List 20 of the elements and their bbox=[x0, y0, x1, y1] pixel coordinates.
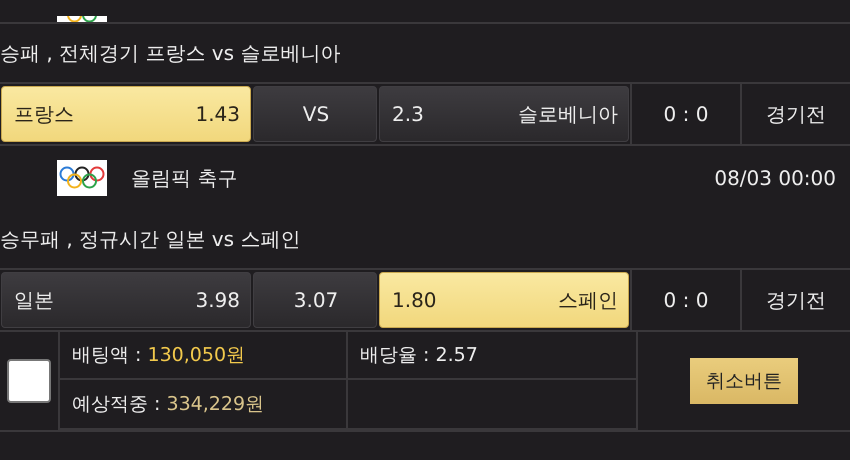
league-name: 올림픽 축구 bbox=[131, 164, 238, 192]
match-title: 승무패 , 정규시간 일본 vs 스페인 bbox=[0, 226, 302, 252]
match-status: 경기전 bbox=[766, 286, 826, 314]
draw-odds-button[interactable]: VS bbox=[253, 86, 377, 142]
stake-text: 배팅액 : 130,050원 bbox=[72, 343, 246, 368]
cancel-button[interactable]: 취소버튼 bbox=[690, 358, 798, 404]
olympic-rings-icon bbox=[57, 160, 107, 196]
expected-win-text: 예상적중 : 334,229원 bbox=[72, 392, 264, 417]
rate-text: 배당율 : 2.57 bbox=[360, 343, 478, 368]
score: 0 : 0 bbox=[664, 102, 708, 126]
away-odds-button[interactable]: 2.3 슬로베니아 bbox=[379, 86, 629, 142]
home-odds-button[interactable]: 프랑스 1.43 bbox=[1, 86, 251, 142]
draw-odds-button[interactable]: 3.07 bbox=[253, 272, 377, 328]
score: 0 : 0 bbox=[664, 288, 708, 312]
match-status: 경기전 bbox=[766, 100, 826, 128]
match-title: 승패 , 전체경기 프랑스 vs 슬로베니아 bbox=[0, 40, 342, 66]
checkbox[interactable] bbox=[7, 359, 51, 403]
home-odds-button[interactable]: 일본 3.98 bbox=[1, 272, 251, 328]
away-odds-button[interactable]: 1.80 스페인 bbox=[379, 272, 629, 328]
match-time: 08/03 00:00 bbox=[714, 166, 836, 190]
